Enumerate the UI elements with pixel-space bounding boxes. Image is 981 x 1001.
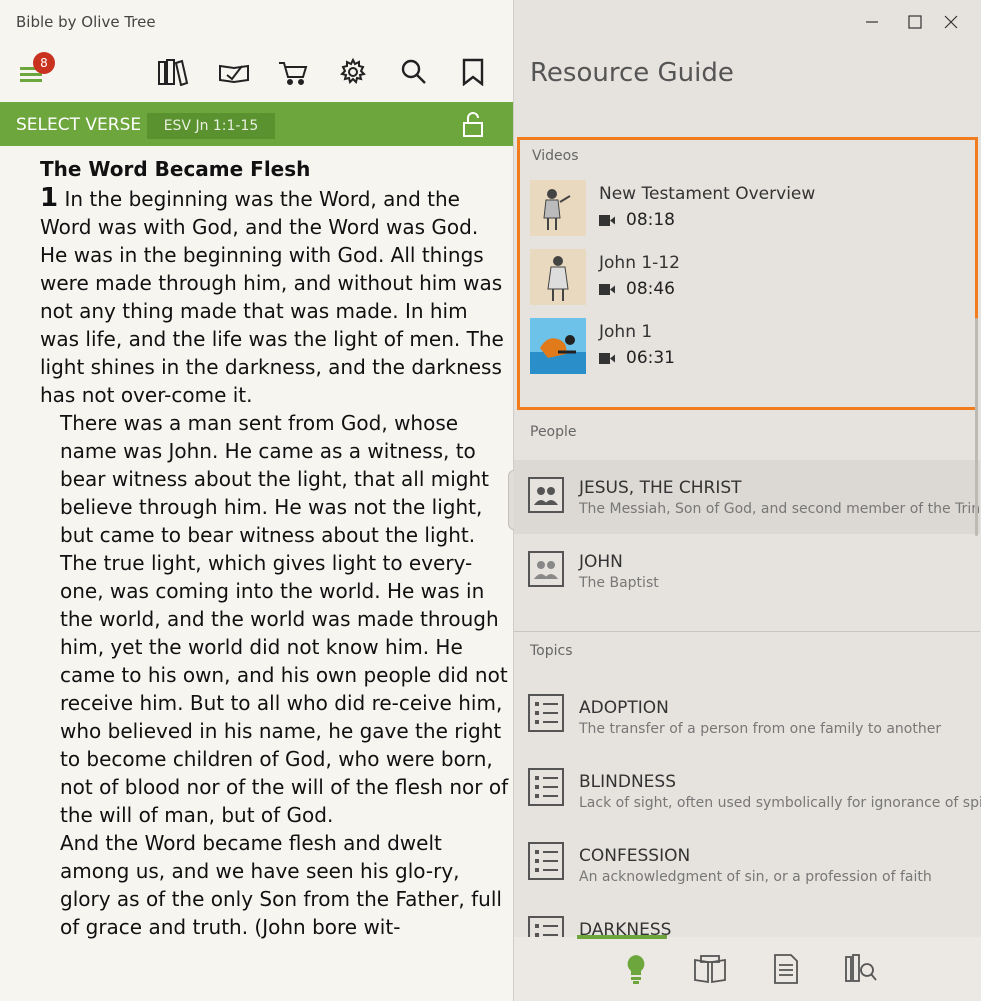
video-duration: 08:18 [626, 210, 675, 230]
topic-name: ADOPTION [579, 698, 669, 718]
person-name: JOHN [579, 552, 623, 572]
video-thumbnail [530, 249, 586, 305]
video-title: John 1-12 [599, 253, 680, 273]
paragraph-text: In the beginning was the Word, and the W… [40, 187, 504, 407]
hamburger-menu-button[interactable]: 8 [12, 52, 55, 90]
paragraph-text: There was a man sent from God, whose nam… [60, 411, 490, 547]
bookmark-button[interactable] [453, 54, 493, 90]
unlock-icon [463, 112, 483, 137]
notification-badge: 8 [33, 52, 55, 74]
search-icon [401, 59, 426, 84]
paragraph-text: And the Word became flesh and dwelt amon… [60, 831, 502, 939]
verse-paragraph: 1 In the beginning was the Word, and the… [40, 184, 510, 409]
active-topic-indicator [577, 935, 667, 939]
videos-label: Videos [532, 148, 579, 164]
topic-list-icon [528, 768, 564, 806]
person-item[interactable]: JOHN The Baptist [514, 534, 980, 608]
resource-guide-tab[interactable] [614, 947, 658, 991]
select-verse-button[interactable]: SELECT VERSE [16, 115, 141, 135]
figure-thumbnail-icon [530, 180, 586, 236]
people-label: People [530, 424, 577, 440]
video-thumbnail [530, 318, 586, 374]
verse-paragraph: And the Word became flesh and dwelt amon… [40, 829, 510, 941]
scrollbar[interactable] [975, 318, 978, 536]
library-icon [158, 59, 189, 86]
people-icon [528, 477, 564, 513]
baptism-scene-thumbnail-icon [530, 318, 586, 374]
video-item[interactable]: John 1 06:31 [530, 318, 970, 376]
book-search-icon [845, 954, 877, 982]
section-divider [514, 631, 980, 632]
minimize-icon [866, 21, 878, 23]
topic-description: An acknowledgment of sin, or a professio… [579, 869, 932, 885]
video-camera-icon [599, 284, 615, 295]
minimize-button[interactable] [852, 8, 892, 36]
open-book-icon [694, 955, 726, 984]
video-duration: 06:31 [626, 348, 675, 368]
video-title: New Testament Overview [599, 184, 816, 204]
video-item[interactable]: New Testament Overview 08:18 [530, 180, 970, 238]
split-window-tab[interactable] [688, 947, 732, 991]
notes-tab[interactable] [764, 947, 808, 991]
topic-item[interactable]: ADOPTION The transfer of a person from o… [514, 680, 980, 752]
store-button[interactable] [273, 54, 313, 90]
main-toolbar: 8 [0, 44, 513, 102]
video-camera-icon [599, 353, 615, 364]
video-duration: 08:46 [626, 279, 675, 299]
library-button[interactable] [153, 54, 193, 90]
topic-name: BLINDNESS [579, 772, 676, 792]
video-item[interactable]: John 1-12 08:46 [530, 249, 970, 307]
store-cart-icon [279, 62, 308, 85]
videos-section: Videos New Testament Overview 08:18 John… [517, 137, 978, 410]
video-thumbnail [530, 180, 586, 236]
person-description: The Messiah, Son of God, and second memb… [579, 501, 981, 517]
topic-description: The transfer of a person from one family… [579, 721, 942, 737]
verse-paragraph: There was a man sent from God, whose nam… [40, 409, 510, 549]
topic-item[interactable]: BLINDNESS Lack of sight, often used symb… [514, 754, 981, 826]
resource-guide-title: Resource Guide [530, 58, 734, 88]
person-name: JESUS, THE CHRIST [579, 478, 742, 498]
figure-thumbnail-icon [530, 249, 586, 305]
bottom-tab-bar [514, 937, 981, 1001]
app-title: Bible by Olive Tree [16, 13, 156, 31]
library-search-tab[interactable] [839, 947, 883, 991]
lock-button[interactable] [461, 110, 485, 143]
section-heading: The Word Became Flesh [40, 157, 311, 181]
maximize-button[interactable] [895, 8, 935, 36]
close-window-button[interactable] [931, 8, 971, 36]
topic-item[interactable]: DARKNESS [514, 902, 980, 937]
verse-selection-bar: SELECT VERSE ESV Jn 1:1-15 [0, 102, 513, 146]
settings-button[interactable] [333, 54, 373, 90]
reading-plan-button[interactable] [214, 54, 254, 90]
reading-plan-icon [219, 64, 249, 84]
passage-reference[interactable]: ESV Jn 1:1-15 [147, 113, 275, 139]
people-icon [528, 551, 564, 587]
topic-list-icon [528, 916, 564, 937]
lightbulb-icon [627, 955, 645, 984]
video-camera-icon [599, 215, 615, 226]
scripture-text: The Word Became Flesh 1 In the beginning… [40, 154, 510, 941]
person-item[interactable]: JESUS, THE CHRIST The Messiah, Son of Go… [514, 460, 981, 534]
topic-list-icon [528, 842, 564, 880]
paragraph-text: The true light, which gives light to eve… [60, 551, 509, 827]
document-icon [774, 954, 798, 984]
maximize-icon [908, 15, 922, 29]
bible-reader-pane: Bible by Olive Tree 8 SELECT VERSE ESV J… [0, 0, 513, 1001]
topic-list-icon [528, 694, 564, 732]
video-title: John 1 [599, 322, 653, 342]
close-icon [944, 15, 958, 29]
topic-item[interactable]: CONFESSION An acknowledgment of sin, or … [514, 828, 980, 900]
verse-paragraph: The true light, which gives light to eve… [40, 549, 510, 829]
resource-guide-pane: Resource Guide Videos New Testament Over… [508, 0, 981, 1001]
topics-label: Topics [530, 643, 573, 659]
search-button[interactable] [394, 54, 434, 90]
bookmark-icon [462, 58, 484, 86]
chapter-number: 1 [40, 183, 59, 213]
title-bar: Bible by Olive Tree [0, 0, 513, 44]
topic-description: Lack of sight, often used symbolically f… [579, 795, 981, 811]
settings-gear-icon [340, 58, 366, 84]
topic-name: CONFESSION [579, 846, 691, 866]
person-description: The Baptist [579, 575, 659, 591]
